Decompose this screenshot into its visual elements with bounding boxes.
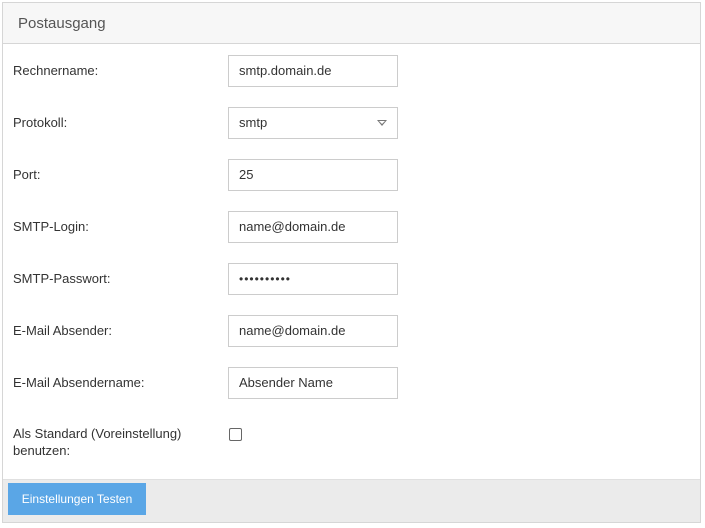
sender-email-input[interactable]: name@domain.de [228, 315, 398, 347]
sender-email-label: E-Mail Absender: [13, 323, 112, 338]
row-smtp-login: SMTP-Login: name@domain.de [3, 211, 700, 243]
port-label: Port: [13, 167, 41, 182]
panel-footer: Einstellungen Testen [3, 479, 700, 522]
smtp-login-label: SMTP-Login: [13, 219, 89, 234]
protocol-label: Protokoll: [13, 115, 68, 130]
row-hostname: Rechnername: smtp.domain.de [3, 55, 700, 87]
row-sender-name: E-Mail Absendername: Absender Name [3, 367, 700, 399]
panel-title: Postausgang [18, 14, 106, 32]
protocol-selected-value: smtp [239, 115, 268, 130]
sender-name-input[interactable]: Absender Name [228, 367, 398, 399]
smtp-password-label: SMTP-Passwort: [13, 271, 111, 286]
use-default-checkbox[interactable] [229, 428, 242, 441]
outgoing-mail-panel: Postausgang Rechnername: smtp.domain.de … [2, 2, 701, 523]
row-sender-email: E-Mail Absender: name@domain.de [3, 315, 700, 347]
panel-header: Postausgang [3, 3, 700, 44]
row-protocol: Protokoll: smtp [3, 107, 700, 139]
row-port: Port: 25 [3, 159, 700, 191]
test-settings-button[interactable]: Einstellungen Testen [8, 483, 146, 515]
smtp-password-input[interactable]: •••••••••• [228, 263, 398, 295]
protocol-select[interactable]: smtp [228, 107, 398, 139]
smtp-login-input[interactable]: name@domain.de [228, 211, 398, 243]
chevron-down-icon [377, 120, 387, 126]
row-smtp-password: SMTP-Passwort: •••••••••• [3, 263, 700, 295]
use-default-label: Als Standard (Voreinstellung) benutzen: [13, 426, 182, 458]
hostname-label: Rechnername: [13, 63, 99, 78]
port-input[interactable]: 25 [228, 159, 398, 191]
hostname-input[interactable]: smtp.domain.de [228, 55, 398, 87]
sender-name-label: E-Mail Absendername: [13, 375, 145, 390]
